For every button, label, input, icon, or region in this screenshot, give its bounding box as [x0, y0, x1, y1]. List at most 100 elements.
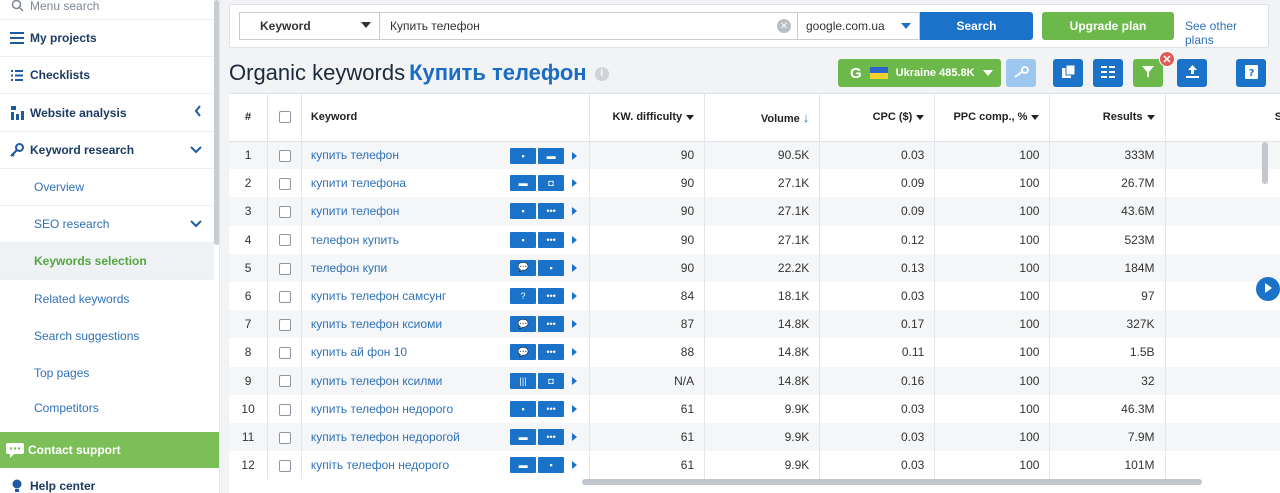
- row-checkbox[interactable]: [278, 150, 291, 163]
- bag-icon[interactable]: ◘: [538, 372, 565, 389]
- trash-icon[interactable]: ▪: [538, 259, 565, 276]
- table-row[interactable]: 8 купить ай фон 10 💬 ••• 88 14.8K 0.11 100 1.5B: [229, 338, 1280, 367]
- table-row[interactable]: 2 купити телефона ▬ ◘ 90 27.1K 0.09 100 26.7M: [229, 169, 1280, 198]
- table-row[interactable]: 4 телефон купить ▪ ••• 90 27.1K 0.12 100 523M: [229, 225, 1280, 254]
- row-checkbox[interactable]: [278, 319, 291, 332]
- card-icon[interactable]: ▬: [510, 457, 537, 474]
- keyword-link[interactable]: купить телефон: [311, 148, 399, 162]
- expand-arrow-icon[interactable]: [572, 235, 578, 244]
- trash-icon[interactable]: ▪: [538, 457, 565, 474]
- row-checkbox[interactable]: [278, 375, 291, 388]
- card-icon[interactable]: ▬: [538, 147, 565, 164]
- copy-button[interactable]: [1053, 59, 1083, 87]
- card-icon[interactable]: ▬: [510, 428, 537, 445]
- expand-arrow-icon[interactable]: [572, 404, 578, 413]
- keyword-link[interactable]: купить телефон самсунг: [311, 289, 446, 303]
- database-select-button[interactable]: G Ukraine 485.8K: [838, 59, 1001, 87]
- keyword-link[interactable]: купить телефон недорогой: [311, 430, 460, 444]
- contact-support-button[interactable]: Contact support: [0, 432, 219, 468]
- sidebar-scrollbar[interactable]: [214, 0, 219, 245]
- sidebar-subitem-related-keywords[interactable]: Related keywords: [0, 280, 214, 317]
- column-header-volume[interactable]: Volume ↓: [704, 94, 821, 142]
- upgrade-plan-button[interactable]: Upgrade plan: [1042, 12, 1174, 40]
- trash-icon[interactable]: ▪: [510, 147, 537, 164]
- chat-icon[interactable]: 💬: [510, 259, 537, 276]
- keyword-link[interactable]: телефон купить: [311, 233, 399, 247]
- clear-icon[interactable]: ✕: [777, 19, 791, 33]
- see-other-plans-link[interactable]: See other plans: [1185, 19, 1268, 47]
- table-row[interactable]: 12 купіть телефон недорого ▬ ▪ 61 9.9K 0.03 100…: [229, 451, 1280, 480]
- question-icon[interactable]: ?: [510, 287, 537, 304]
- expand-arrow-icon[interactable]: [572, 376, 578, 385]
- keyword-link[interactable]: купіть телефон недорого: [311, 458, 449, 472]
- search-engine-select[interactable]: google.com.ua: [798, 12, 920, 40]
- sidebar-item-my-projects[interactable]: My projects: [0, 20, 214, 57]
- trash-icon[interactable]: ▪: [510, 400, 537, 417]
- keyword-link[interactable]: купити телефона: [311, 176, 406, 190]
- keyword-link[interactable]: купить телефон ксилми: [311, 374, 443, 388]
- table-row[interactable]: 6 купить телефон самсунг? ••• 84 18.1K 0.03 10…: [229, 281, 1280, 311]
- keyword-link[interactable]: купити телефон: [311, 204, 400, 218]
- table-vertical-scrollbar[interactable]: [1262, 142, 1268, 184]
- row-checkbox[interactable]: [278, 234, 291, 247]
- column-header-kw-difficulty[interactable]: KW. difficulty: [589, 94, 706, 142]
- expand-arrow-icon[interactable]: [572, 291, 578, 300]
- expand-arrow-icon[interactable]: [572, 263, 578, 272]
- filter-button[interactable]: [1133, 59, 1163, 87]
- expand-arrow-icon[interactable]: [572, 179, 578, 188]
- sidebar-subitem-seo-research[interactable]: SEO research: [0, 206, 214, 243]
- keyword-link[interactable]: купить телефон недорого: [311, 402, 453, 416]
- bag-icon[interactable]: ◘: [538, 175, 565, 192]
- table-row[interactable]: 10 купить телефон недорого ▪ ••• 61 9.9K 0.03 1…: [229, 394, 1280, 423]
- menu-search[interactable]: Menu search: [0, 0, 214, 20]
- sidebar-subitem-search-suggestions[interactable]: Search suggestions: [0, 317, 214, 354]
- sidebar-item-keyword-research[interactable]: Keyword research: [0, 132, 214, 169]
- column-header-results[interactable]: Results: [1049, 94, 1166, 142]
- more-icon[interactable]: •••: [538, 231, 565, 248]
- column-header-ppc[interactable]: PPC comp., %: [934, 94, 1051, 142]
- table-row[interactable]: 9 купить телефон ксилми ||| ◘ N/A 14.8K 0.16 10…: [229, 366, 1280, 395]
- expand-arrow-icon[interactable]: [572, 461, 578, 470]
- chat-icon[interactable]: 💬: [510, 344, 537, 361]
- expand-arrow-icon[interactable]: [572, 432, 578, 441]
- chat-icon[interactable]: 💬: [510, 316, 537, 333]
- sidebar-item-checklists[interactable]: Checklists: [0, 57, 214, 94]
- help-button[interactable]: ?: [1236, 59, 1266, 87]
- table-row[interactable]: 7 купить телефон ксиоми 💬 ••• 87 14.8K 0.17 100…: [229, 310, 1280, 339]
- more-icon[interactable]: •••: [538, 203, 565, 220]
- row-checkbox[interactable]: [278, 290, 291, 303]
- sidebar-subitem-competitors[interactable]: Competitors: [0, 391, 214, 425]
- column-header-cpc[interactable]: CPC ($): [819, 94, 936, 142]
- row-checkbox[interactable]: [278, 206, 291, 219]
- table-horizontal-scrollbar[interactable]: [582, 479, 1202, 485]
- sidebar-subitem-overview[interactable]: Overview: [0, 169, 214, 206]
- expand-arrow-icon[interactable]: [572, 151, 578, 160]
- expand-arrow-icon[interactable]: [572, 348, 578, 357]
- table-row[interactable]: 3 купити телефон ▪ ••• 90 27.1K 0.09 100 43.6M: [229, 197, 1280, 226]
- table-row[interactable]: 11 купить телефон недорогой ▬ ••• 61 9.9K 0.03…: [229, 422, 1280, 452]
- more-icon[interactable]: •••: [538, 428, 565, 445]
- export-button[interactable]: [1177, 59, 1207, 87]
- sidebar-subitem-top-pages[interactable]: Top pages: [0, 354, 214, 391]
- bars-icon[interactable]: |||: [510, 372, 537, 389]
- row-checkbox[interactable]: [278, 347, 291, 360]
- trash-icon[interactable]: ▪: [510, 231, 537, 248]
- keyword-link[interactable]: купить телефон ксиоми: [311, 317, 442, 331]
- column-header-keyword[interactable]: Keyword: [301, 94, 591, 142]
- keyword-input[interactable]: Купить телефон ✕: [380, 12, 798, 40]
- column-header-social[interactable]: Soci: [1165, 94, 1280, 142]
- row-checkbox[interactable]: [278, 403, 291, 416]
- row-checkbox[interactable]: [278, 178, 291, 191]
- more-icon[interactable]: •••: [538, 344, 565, 361]
- row-checkbox[interactable]: [278, 262, 291, 275]
- table-row[interactable]: 1 купить телефон ▪ ▬ 90 90.5K 0.03 100 333M: [229, 141, 1280, 170]
- table-row[interactable]: 5 телефон купи 💬 ▪ 90 22.2K 0.13 100 184M: [229, 253, 1280, 282]
- expand-arrow-icon[interactable]: [572, 320, 578, 329]
- sidebar-item-website-analysis[interactable]: Website analysis: [0, 94, 214, 132]
- columns-button[interactable]: [1093, 59, 1123, 87]
- clear-filter-icon[interactable]: ✕: [1159, 51, 1175, 67]
- key-tool-button[interactable]: [1006, 59, 1036, 87]
- select-all-checkbox[interactable]: [278, 111, 291, 124]
- sidebar-item-help-center[interactable]: Help center: [0, 472, 214, 493]
- more-icon[interactable]: •••: [538, 400, 565, 417]
